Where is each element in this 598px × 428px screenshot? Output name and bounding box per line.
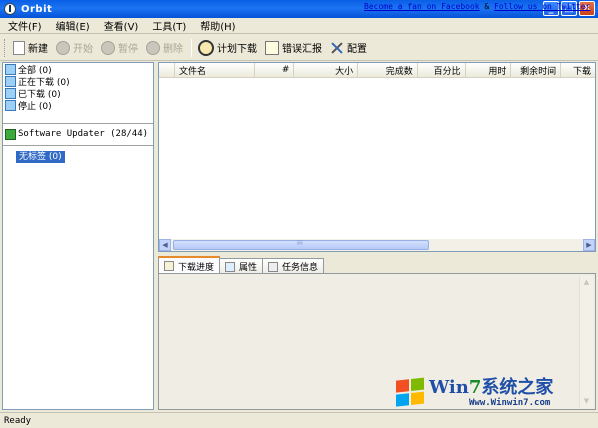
toolbar-grip[interactable]	[4, 38, 7, 57]
column-remaining[interactable]: 剩余时间	[511, 63, 562, 77]
column-checkbox[interactable]	[159, 63, 175, 77]
error-report-button-label: 错误汇报	[282, 44, 322, 55]
start-button[interactable]: 开始	[56, 40, 93, 55]
scrollbar-thumb[interactable]	[173, 238, 429, 250]
watermark-brand-a: Win	[429, 377, 469, 398]
tab-properties[interactable]: 属性	[219, 258, 264, 274]
start-button-label: 开始	[73, 44, 93, 55]
facebook-link[interactable]: Become a fan on Facebook	[364, 2, 480, 11]
menu-view[interactable]: 查看(V)	[104, 18, 139, 33]
toolbar: 新建 开始 暂停 删除 计划下载 错误汇报 配置	[0, 35, 598, 61]
delete-button[interactable]: 删除	[146, 40, 183, 55]
menu-help[interactable]: 帮助(H)	[200, 18, 235, 33]
error-report-button[interactable]: 错误汇报	[265, 40, 322, 55]
twitter-link[interactable]: Follow us on Twitter	[494, 2, 590, 11]
column-elapsed[interactable]: 用时	[466, 63, 512, 77]
updater-icon	[5, 128, 16, 140]
tag-untagged[interactable]: 无标签 (0)	[16, 151, 65, 163]
watermark: Win7系统之家 Www.Winwin7.com	[396, 376, 596, 410]
detail-tabs: 下载进度 属性 任务信息	[158, 256, 325, 274]
watermark-brand-b: 7	[468, 377, 482, 398]
delete-icon	[146, 40, 160, 55]
task-info-icon	[268, 261, 279, 272]
download-list[interactable]: 文件名 # 大小 完成数 百分比 用时 剩余时间 下载 ◀ ▶	[158, 62, 596, 252]
scroll-up-arrow-icon[interactable]: ▲	[580, 276, 593, 289]
menu-edit[interactable]: 编辑(E)	[56, 18, 90, 33]
scroll-right-arrow-icon[interactable]: ▶	[583, 239, 595, 251]
all-icon	[5, 63, 16, 75]
category-downloaded[interactable]: 已下载 (0)	[3, 87, 153, 100]
links-separator: &	[479, 2, 495, 11]
tab-task-info[interactable]: 任务信息	[262, 258, 325, 274]
config-button-label: 配置	[347, 44, 367, 55]
orbit-app-icon	[4, 3, 16, 15]
column-download[interactable]: 下载	[561, 63, 595, 77]
column-size[interactable]: 大小	[294, 63, 359, 77]
play-icon	[56, 40, 70, 55]
pause-button-label: 暂停	[118, 44, 138, 55]
new-button-label: 新建	[28, 44, 48, 55]
config-button[interactable]: 配置	[330, 40, 367, 55]
delete-button-label: 删除	[163, 44, 183, 55]
tools-icon	[330, 41, 344, 55]
status-bar: Ready	[0, 412, 598, 428]
schedule-button[interactable]: 计划下载	[198, 39, 257, 56]
toolbar-separator	[191, 38, 192, 57]
progress-icon	[164, 261, 174, 271]
tab-task-info-label: 任务信息	[282, 263, 319, 273]
horizontal-scrollbar[interactable]: ◀ ▶	[159, 238, 595, 251]
tab-properties-label: 属性	[239, 263, 258, 273]
software-updater-label: Software Updater (28/44)	[18, 129, 149, 139]
category-stopped[interactable]: 停止 (0)	[3, 99, 153, 112]
column-completed[interactable]: 完成数	[358, 63, 418, 77]
column-percent[interactable]: 百分比	[418, 63, 466, 77]
stopped-icon	[5, 99, 16, 111]
tab-download-progress-label: 下载进度	[178, 262, 215, 273]
downloading-icon	[5, 75, 16, 87]
tab-download-progress[interactable]: 下载进度	[158, 256, 221, 274]
watermark-brand-c: 系统之家	[481, 377, 554, 398]
column-header-row: 文件名 # 大小 完成数 百分比 用时 剩余时间 下载	[159, 63, 595, 78]
new-document-icon	[13, 40, 25, 55]
column-filename[interactable]: 文件名	[175, 63, 255, 77]
new-button[interactable]: 新建	[13, 40, 48, 55]
downloaded-icon	[5, 87, 16, 99]
properties-icon	[225, 261, 236, 272]
software-updater-item[interactable]: Software Updater (28/44)	[3, 127, 153, 141]
status-text: Ready	[4, 415, 32, 426]
category-all[interactable]: 全部 (0)	[3, 63, 153, 76]
social-links: Become a fan on Facebook & Follow us on …	[364, 2, 590, 11]
category-panel: 全部 (0) 正在下载 (0) 已下载 (0) 停止 (0) Software …	[2, 62, 154, 410]
pause-icon	[101, 40, 115, 55]
schedule-button-label: 计划下载	[217, 44, 257, 55]
windows-logo-icon	[396, 377, 426, 408]
pause-button[interactable]: 暂停	[101, 40, 138, 55]
column-index[interactable]: #	[255, 63, 295, 77]
report-icon	[265, 40, 279, 55]
watermark-url: Www.Winwin7.com	[469, 398, 551, 408]
menu-bar: 文件(F) 编辑(E) 查看(V) 工具(T) 帮助(H)	[0, 18, 598, 34]
window-title: Orbit	[21, 3, 53, 15]
scroll-left-arrow-icon[interactable]: ◀	[159, 239, 171, 251]
clock-icon	[198, 39, 214, 56]
menu-file[interactable]: 文件(F)	[8, 18, 42, 33]
category-stopped-label: 停止 (0)	[18, 101, 52, 112]
category-downloading[interactable]: 正在下载 (0)	[3, 75, 153, 88]
menu-tools[interactable]: 工具(T)	[152, 18, 186, 33]
